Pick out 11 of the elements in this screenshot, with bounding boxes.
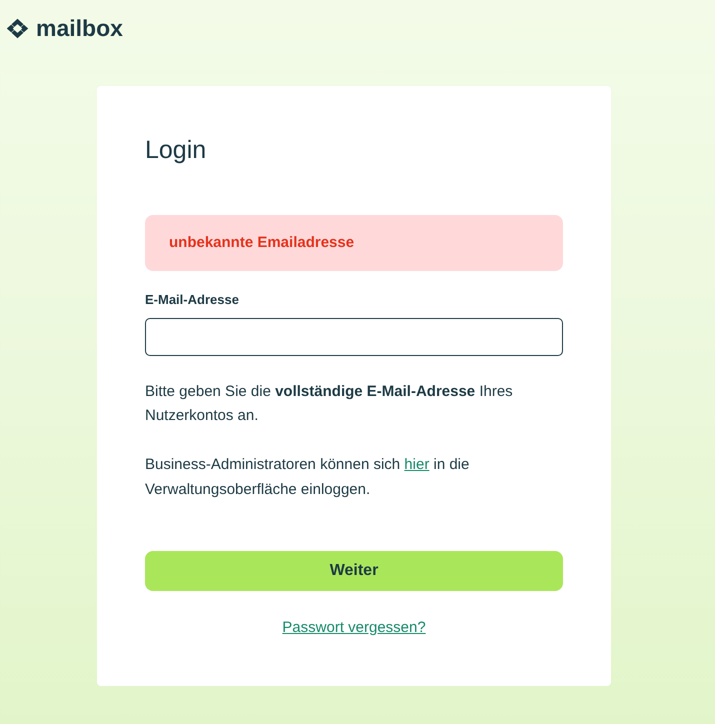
email-label: E-Mail-Adresse: [145, 292, 239, 308]
admin-note-text: Business-Administratoren können sich hier in die Verwaltungsoberfläche einloggen.: [145, 455, 470, 500]
hint-text: Bitte geben Sie die vollständige E-Mail-Adresse Ihres Nutzerkontos an.: [145, 382, 514, 426]
error-message: unbekannte Emailadresse: [169, 233, 354, 253]
forgot-password-link[interactable]: Passwort vergessen?: [282, 616, 426, 640]
admin-login-link[interactable]: hier: [404, 456, 430, 473]
email-input-field[interactable]: [145, 318, 563, 356]
logo-diamond-icon: [6, 18, 29, 39]
continue-button[interactable]: Weiter: [145, 551, 563, 591]
logo-text: mailbox: [36, 14, 123, 42]
login-title: Login: [145, 135, 206, 166]
